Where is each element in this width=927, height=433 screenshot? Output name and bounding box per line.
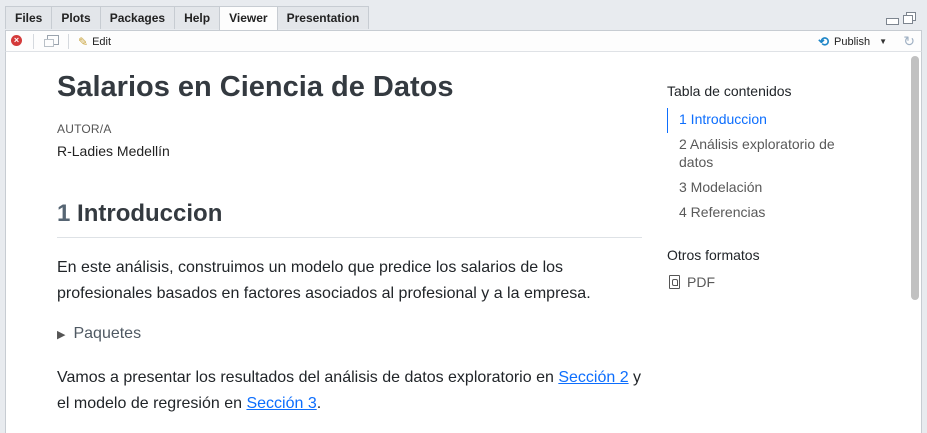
pdf-file-icon <box>669 275 680 289</box>
toolbar-divider <box>33 34 34 49</box>
section-heading: 1 Introduccion <box>57 200 642 238</box>
pdf-link-label: PDF <box>687 274 715 290</box>
edit-pencil-icon: ✎ <box>78 34 89 49</box>
publish-button-label: Publish <box>834 35 871 48</box>
paragraph-text: . <box>316 395 322 412</box>
vertical-scrollbar[interactable] <box>911 56 919 300</box>
author-name: R-Ladies Medellín <box>57 143 170 159</box>
document-title: Salarios en Ciencia de Datos <box>57 71 454 103</box>
triangle-right-icon: ▶ <box>57 328 66 341</box>
pdf-format-link[interactable]: PDF <box>669 274 715 290</box>
edit-button-label: Edit <box>92 35 112 48</box>
toc-item-analisis[interactable]: 2 Análisis exploratorio de datos <box>667 133 867 176</box>
viewer-toolbar: × ✎ Edit ⟲ Publish ▼ ↻ <box>5 30 922 52</box>
clear-viewer-icon[interactable]: × <box>11 35 22 46</box>
other-formats-title: Otros formatos <box>667 247 760 263</box>
toc-item-referencias[interactable]: 4 Referencias <box>667 201 867 226</box>
toc-list: 1 Introduccion 2 Análisis exploratorio d… <box>667 108 867 226</box>
chevron-down-icon: ▼ <box>879 37 887 46</box>
viewer-content: Salarios en Ciencia de Datos AUTOR/A R-L… <box>5 52 922 433</box>
pane-tabs: Files Plots Packages Help Viewer Present… <box>5 6 370 31</box>
results-paragraph: Vamos a presentar los resultados del aná… <box>57 365 647 417</box>
edit-button[interactable]: ✎ Edit <box>78 33 111 50</box>
section-2-link[interactable]: Sección 2 <box>558 369 628 386</box>
intro-paragraph: En este análisis, construimos un modelo … <box>57 259 591 302</box>
section-title: Introduccion <box>77 200 223 227</box>
toolbar-divider <box>68 34 69 49</box>
pane-tab-bar: Files Plots Packages Help Viewer Present… <box>0 0 927 31</box>
section-number: 1 <box>57 200 71 227</box>
tab-packages[interactable]: Packages <box>99 6 176 29</box>
tab-plots[interactable]: Plots <box>51 6 101 29</box>
show-in-window-icon[interactable] <box>44 35 59 47</box>
tab-presentation[interactable]: Presentation <box>276 6 370 29</box>
maximize-icon[interactable] <box>903 12 916 24</box>
publish-button[interactable]: ⟲ Publish ▼ <box>818 33 887 50</box>
minimize-icon[interactable] <box>886 18 899 25</box>
author-label: AUTOR/A <box>57 122 112 136</box>
packages-details-toggle[interactable]: ▶ Paquetes <box>57 325 141 343</box>
pane-window-controls <box>886 12 916 25</box>
details-summary-label: Paquetes <box>73 325 142 342</box>
toc-title: Tabla de contenidos <box>667 83 792 99</box>
toc-item-modelacion[interactable]: 3 Modelación <box>667 176 867 201</box>
toc-item-introduccion[interactable]: 1 Introduccion <box>667 108 867 133</box>
refresh-icon[interactable]: ↻ <box>903 33 915 50</box>
paragraph-text: Vamos a presentar los resultados del aná… <box>57 369 559 386</box>
tab-help[interactable]: Help <box>174 6 221 29</box>
section-3-link[interactable]: Sección 3 <box>246 395 316 412</box>
tab-files[interactable]: Files <box>5 6 53 29</box>
tab-viewer[interactable]: Viewer <box>219 6 278 31</box>
publish-icon: ⟲ <box>818 33 829 49</box>
